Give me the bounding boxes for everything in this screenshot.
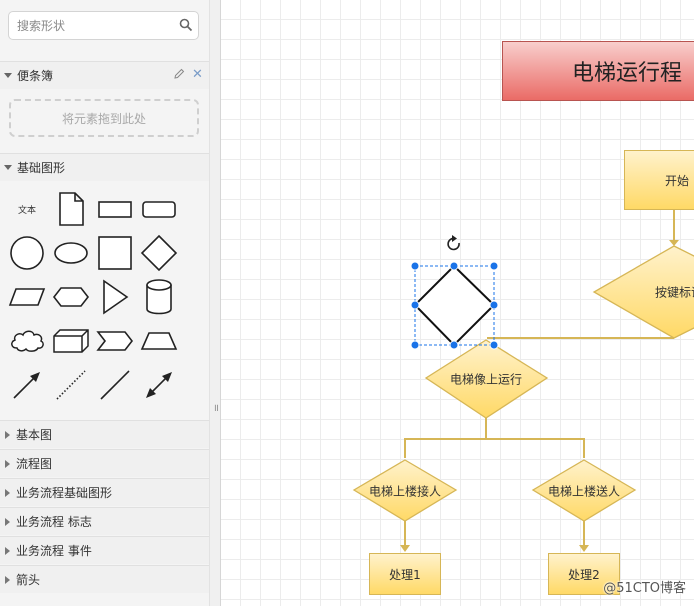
trapezoid-shape[interactable] bbox=[137, 319, 181, 363]
watermark: @51CTO博客 bbox=[603, 581, 686, 596]
process1-node[interactable]: 处理1 bbox=[369, 553, 441, 595]
selected-diamond-shape[interactable] bbox=[413, 264, 496, 347]
diagram-title: 电梯运行程 bbox=[572, 61, 683, 86]
close-icon[interactable]: ✕ bbox=[192, 67, 203, 82]
resize-handle-s[interactable] bbox=[449, 340, 459, 350]
resize-handle-se[interactable] bbox=[489, 340, 499, 350]
process1-label: 处理1 bbox=[389, 567, 421, 582]
resize-handle-w[interactable] bbox=[410, 300, 420, 310]
expand-arrow-icon bbox=[4, 165, 12, 170]
resize-handle-ne[interactable] bbox=[489, 261, 499, 271]
arrowhead-icon bbox=[579, 545, 589, 552]
arrowhead-icon bbox=[400, 545, 410, 552]
sidebar-splitter[interactable]: ॥ bbox=[209, 0, 221, 606]
resize-handle-sw[interactable] bbox=[410, 340, 420, 350]
sidebar-section-bpmn-basic[interactable]: 业务流程基础图形 bbox=[0, 478, 209, 506]
connector-up-to-dropoff[interactable] bbox=[486, 438, 585, 458]
process2-label: 处理2 bbox=[568, 567, 600, 582]
dropoff-decision-label: 电梯上楼送人 bbox=[547, 484, 621, 499]
collapsed-arrow-icon bbox=[5, 430, 10, 439]
splitter-grip-icon[interactable]: ॥ bbox=[213, 400, 219, 414]
expand-arrow-icon bbox=[4, 73, 12, 78]
cylinder-shape[interactable] bbox=[137, 275, 181, 319]
drop-hint: 将元素拖到此处 bbox=[61, 111, 146, 126]
section-label: 业务流程 标志 bbox=[16, 515, 92, 529]
section-label: 流程图 bbox=[16, 457, 53, 471]
rectangle-shape[interactable] bbox=[93, 187, 137, 231]
key-decision-label: 按键标识 bbox=[654, 285, 694, 300]
scratchpad-title: 便条簿 bbox=[17, 69, 54, 83]
arrowhead-icon bbox=[669, 240, 679, 246]
circle-shape[interactable] bbox=[5, 231, 49, 275]
pencil-icon[interactable] bbox=[173, 68, 185, 83]
diamond-shape[interactable] bbox=[137, 231, 181, 275]
resize-handle-e[interactable] bbox=[489, 300, 499, 310]
scratchpad-drop-zone[interactable]: 将元素拖到此处 bbox=[9, 99, 199, 137]
rotate-handle-icon[interactable] bbox=[447, 235, 460, 251]
sidebar-section-arrows[interactable]: 箭头 bbox=[0, 565, 209, 593]
start-label: 开始 bbox=[665, 173, 690, 188]
search-box[interactable] bbox=[8, 11, 199, 40]
line-shape[interactable] bbox=[93, 363, 137, 407]
ellipse-shape[interactable] bbox=[49, 231, 93, 275]
collapsed-arrow-icon bbox=[5, 575, 10, 584]
dotted-line-shape[interactable] bbox=[49, 363, 93, 407]
collapsed-arrow-icon bbox=[5, 546, 10, 555]
cube-shape[interactable] bbox=[49, 319, 93, 363]
cloud-shape[interactable] bbox=[5, 319, 49, 363]
shape-sidebar: 便条簿 ✕ 将元素拖到此处 基础图形 文本 bbox=[0, 0, 209, 606]
hexagon-shape[interactable] bbox=[49, 275, 93, 319]
square-shape[interactable] bbox=[93, 231, 137, 275]
step-shape[interactable] bbox=[93, 319, 137, 363]
sidebar-section-bpmn-events[interactable]: 业务流程 事件 bbox=[0, 536, 209, 564]
start-node[interactable]: 开始 bbox=[624, 150, 694, 210]
rounded-rectangle-shape[interactable] bbox=[137, 187, 181, 231]
sidebar-section-bpmn-markers[interactable]: 业务流程 标志 bbox=[0, 507, 209, 535]
document-shape[interactable] bbox=[49, 187, 93, 231]
basic-shapes-title: 基础图形 bbox=[17, 161, 66, 175]
triangle-shape[interactable] bbox=[93, 275, 137, 319]
search-input[interactable] bbox=[15, 18, 179, 34]
collapsed-arrow-icon bbox=[5, 459, 10, 468]
diagram-canvas[interactable]: 电梯运行程 开始 按键标识 电梯像上运行 电梯上楼接人 电梯上楼送人 处理1 处… bbox=[221, 0, 694, 606]
pickup-decision-label: 电梯上楼接人 bbox=[368, 484, 442, 499]
collapsed-arrow-icon bbox=[5, 517, 10, 526]
collapsed-arrow-icon bbox=[5, 488, 10, 497]
connector-up-to-pickup[interactable] bbox=[404, 418, 487, 458]
section-label: 业务流程基础图形 bbox=[16, 486, 113, 500]
text-shape-label: 文本 bbox=[17, 205, 36, 216]
parallelogram-shape[interactable] bbox=[5, 275, 49, 319]
sidebar-section-flowchart[interactable]: 流程图 bbox=[0, 449, 209, 477]
diagram-title-box[interactable]: 电梯运行程 bbox=[502, 41, 694, 101]
section-label: 业务流程 事件 bbox=[16, 544, 92, 558]
text-shape[interactable]: 文本 bbox=[5, 187, 49, 231]
basic-shapes-header[interactable]: 基础图形 bbox=[0, 153, 209, 181]
resize-handle-n[interactable] bbox=[449, 261, 459, 271]
sidebar-section-basic-diagram[interactable]: 基本图 bbox=[0, 420, 209, 448]
up-decision-label: 电梯像上运行 bbox=[449, 372, 523, 387]
section-label: 箭头 bbox=[16, 573, 41, 587]
search-icon[interactable] bbox=[179, 18, 193, 35]
bidirectional-arrow-shape[interactable] bbox=[137, 363, 181, 407]
section-label: 基本图 bbox=[16, 428, 53, 442]
arrow-connector-shape[interactable] bbox=[5, 363, 49, 407]
resize-handle-nw[interactable] bbox=[410, 261, 420, 271]
